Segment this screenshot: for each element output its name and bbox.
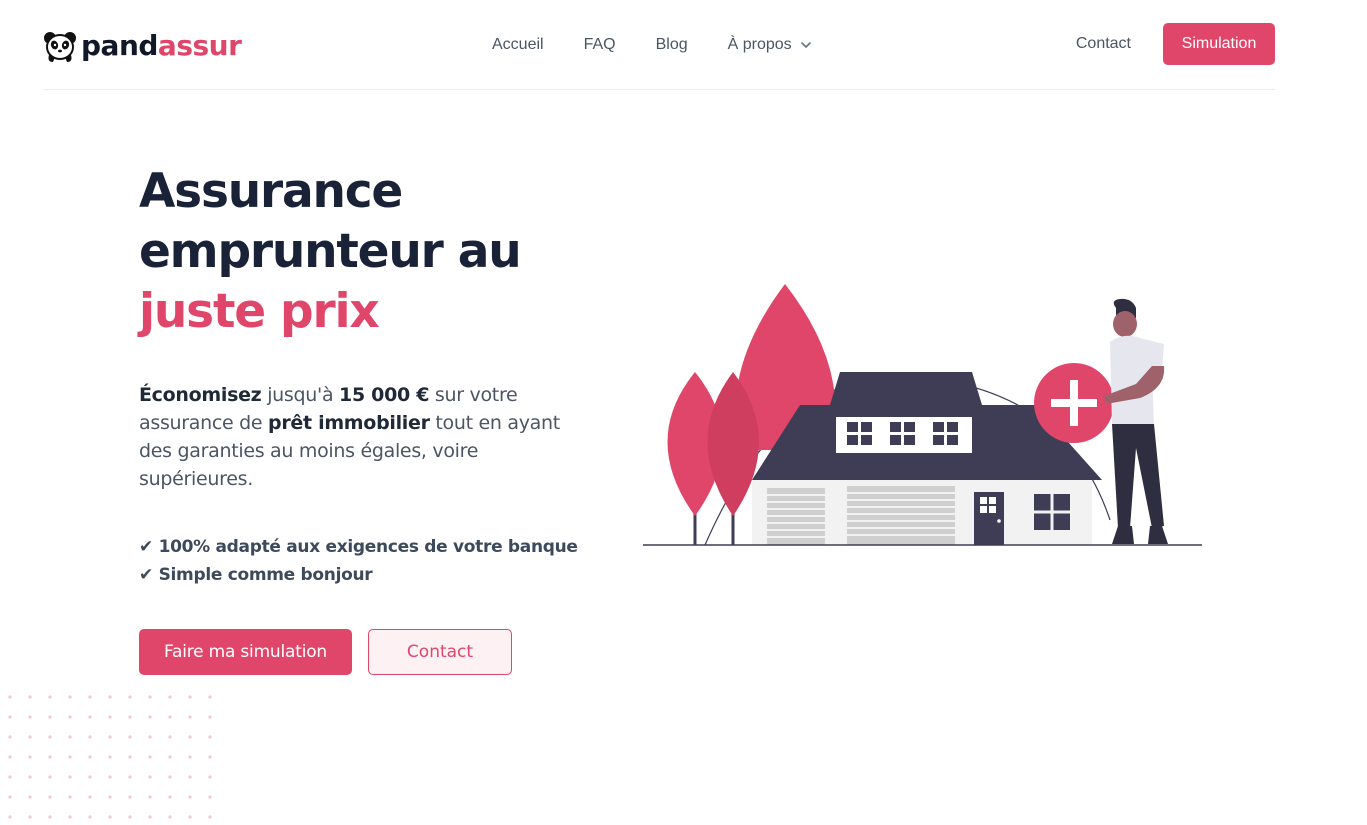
hero-contact-button[interactable]: Contact xyxy=(368,629,512,675)
nav-item-blog[interactable]: Blog xyxy=(656,33,688,57)
hero-title-line2: emprunteur au xyxy=(139,224,522,279)
logo-wordmark: pandassur xyxy=(81,29,242,63)
header-actions: Contact Simulation xyxy=(1076,23,1275,65)
benefit-item: ✔ Simple comme bonjour xyxy=(139,565,373,585)
desc-bold-pret: prêt immobilier xyxy=(268,412,430,434)
hero-title: Assurance emprunteur au juste prix xyxy=(139,162,599,342)
nav-item-faq[interactable]: FAQ xyxy=(584,33,616,57)
contact-link[interactable]: Contact xyxy=(1076,23,1131,65)
dot-pattern xyxy=(0,688,220,825)
panda-icon xyxy=(44,32,76,62)
desc-text-1: jusqu'à xyxy=(261,384,340,406)
nav-item-a-propos-label: À propos xyxy=(727,36,792,53)
hero-title-highlight: juste prix xyxy=(139,284,380,339)
benefit-item: ✔ 100% adapté aux exigences de votre ban… xyxy=(139,537,578,557)
desc-bold-amount: 15 000 € xyxy=(339,384,430,406)
desc-bold-economisez: Économisez xyxy=(139,384,262,406)
chevron-down-icon xyxy=(800,42,811,48)
benefits-list: ✔ 100% adapté aux exigences de votre ban… xyxy=(139,533,578,589)
site-header: pandassur Accueil FAQ Blog À propos Cont… xyxy=(43,0,1275,90)
hero-title-line1: Assurance xyxy=(139,164,403,219)
logo-text-part1: pand xyxy=(81,29,158,62)
nav-item-a-propos[interactable]: À propos xyxy=(728,33,812,57)
nav-item-accueil[interactable]: Accueil xyxy=(492,33,544,57)
simulation-button[interactable]: Simulation xyxy=(1163,23,1275,65)
start-simulation-button[interactable]: Faire ma simulation xyxy=(139,629,352,675)
house-with-person-illustration xyxy=(643,284,1202,546)
logo-text-part2: assur xyxy=(157,29,242,62)
logo[interactable]: pandassur xyxy=(43,28,242,64)
hero-description: Économisez jusqu'à 15 000 € sur votre as… xyxy=(139,381,569,493)
main-nav: Accueil FAQ Blog À propos xyxy=(492,33,812,57)
